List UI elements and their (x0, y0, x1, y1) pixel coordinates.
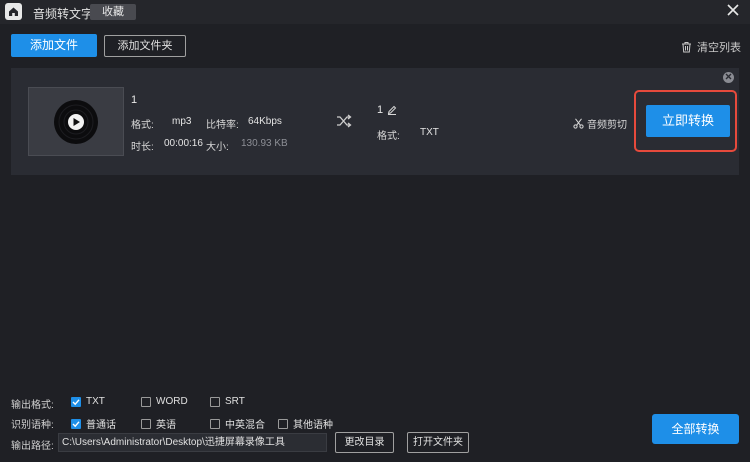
source-format-label: 格式: (131, 120, 154, 131)
play-disc-icon (54, 99, 98, 144)
output-path-label: 输出路径: (11, 441, 54, 452)
format-option-label: WORD (156, 396, 188, 407)
language-option-label: 其他语种 (293, 420, 333, 431)
output-path-field[interactable]: C:\Users\Administrator\Desktop\迅捷屏幕录像工具 (58, 433, 327, 452)
duration-label: 时长: (131, 142, 154, 153)
window-close-button[interactable] (724, 3, 742, 21)
language-option-label: 中英混合 (225, 420, 265, 431)
remove-item-button[interactable] (723, 72, 734, 83)
target-format-value: TXT (420, 127, 439, 138)
source-file-name: 1 (131, 94, 138, 106)
open-folder-button[interactable]: 打开文件夹 (407, 432, 469, 453)
language-label: 识别语种: (11, 420, 54, 431)
language-option-mixed[interactable]: 中英混合 (210, 416, 265, 431)
app-title: 音频转文字 (33, 7, 94, 21)
check-icon (72, 398, 80, 405)
home-button[interactable] (5, 3, 22, 20)
checkbox[interactable] (71, 396, 81, 407)
size-value: 130.93 KB (241, 138, 288, 149)
favorites-tab[interactable]: 收藏 (90, 4, 136, 20)
format-option-srt[interactable]: SRT (210, 396, 245, 407)
bitrate-value: 64Kbps (248, 116, 282, 127)
edit-icon[interactable] (387, 105, 397, 115)
convert-all-button[interactable]: 全部转换 (652, 414, 739, 444)
format-option-txt[interactable]: TXT (71, 396, 105, 407)
shuffle-icon (337, 114, 352, 128)
target-name-text: 1 (377, 104, 384, 116)
clear-list-label: 清空列表 (697, 42, 741, 54)
scissors-icon (573, 118, 584, 129)
add-file-button[interactable]: 添加文件 (11, 34, 97, 57)
language-option-other[interactable]: 其他语种 (278, 416, 333, 431)
audio-cut-button[interactable]: 音频剪切 (573, 116, 627, 131)
format-option-word[interactable]: WORD (141, 396, 188, 407)
format-option-label: SRT (225, 396, 245, 407)
language-option-english[interactable]: 英语 (141, 416, 176, 431)
audio-thumbnail[interactable] (28, 87, 124, 156)
trash-icon (682, 42, 691, 53)
close-icon (727, 4, 739, 16)
checkbox[interactable] (210, 418, 220, 429)
duration-value: 00:00:16 (164, 138, 203, 149)
size-label: 大小: (206, 142, 229, 153)
checkbox[interactable] (210, 396, 220, 407)
home-icon (9, 7, 18, 16)
checkbox[interactable] (71, 418, 81, 429)
target-file-name[interactable]: 1 (377, 104, 397, 116)
checkbox[interactable] (141, 396, 151, 407)
output-format-label: 输出格式: (11, 400, 54, 411)
source-format-value: mp3 (172, 116, 192, 127)
bitrate-label: 比特率: (206, 120, 239, 131)
language-option-label: 普通话 (86, 420, 116, 431)
clear-list-button[interactable]: 清空列表 (681, 39, 741, 55)
language-option-label: 英语 (156, 420, 176, 431)
close-icon (725, 73, 732, 80)
convert-now-button[interactable]: 立即转换 (646, 105, 730, 137)
target-format-label: 格式: (377, 131, 400, 142)
audio-cut-label: 音频剪切 (587, 120, 627, 131)
check-icon (72, 420, 80, 427)
language-option-mandarin[interactable]: 普通话 (71, 416, 116, 431)
add-folder-button[interactable]: 添加文件夹 (104, 35, 186, 57)
checkbox[interactable] (278, 418, 288, 429)
format-option-label: TXT (86, 396, 105, 407)
checkbox[interactable] (141, 418, 151, 429)
change-directory-button[interactable]: 更改目录 (335, 432, 394, 453)
